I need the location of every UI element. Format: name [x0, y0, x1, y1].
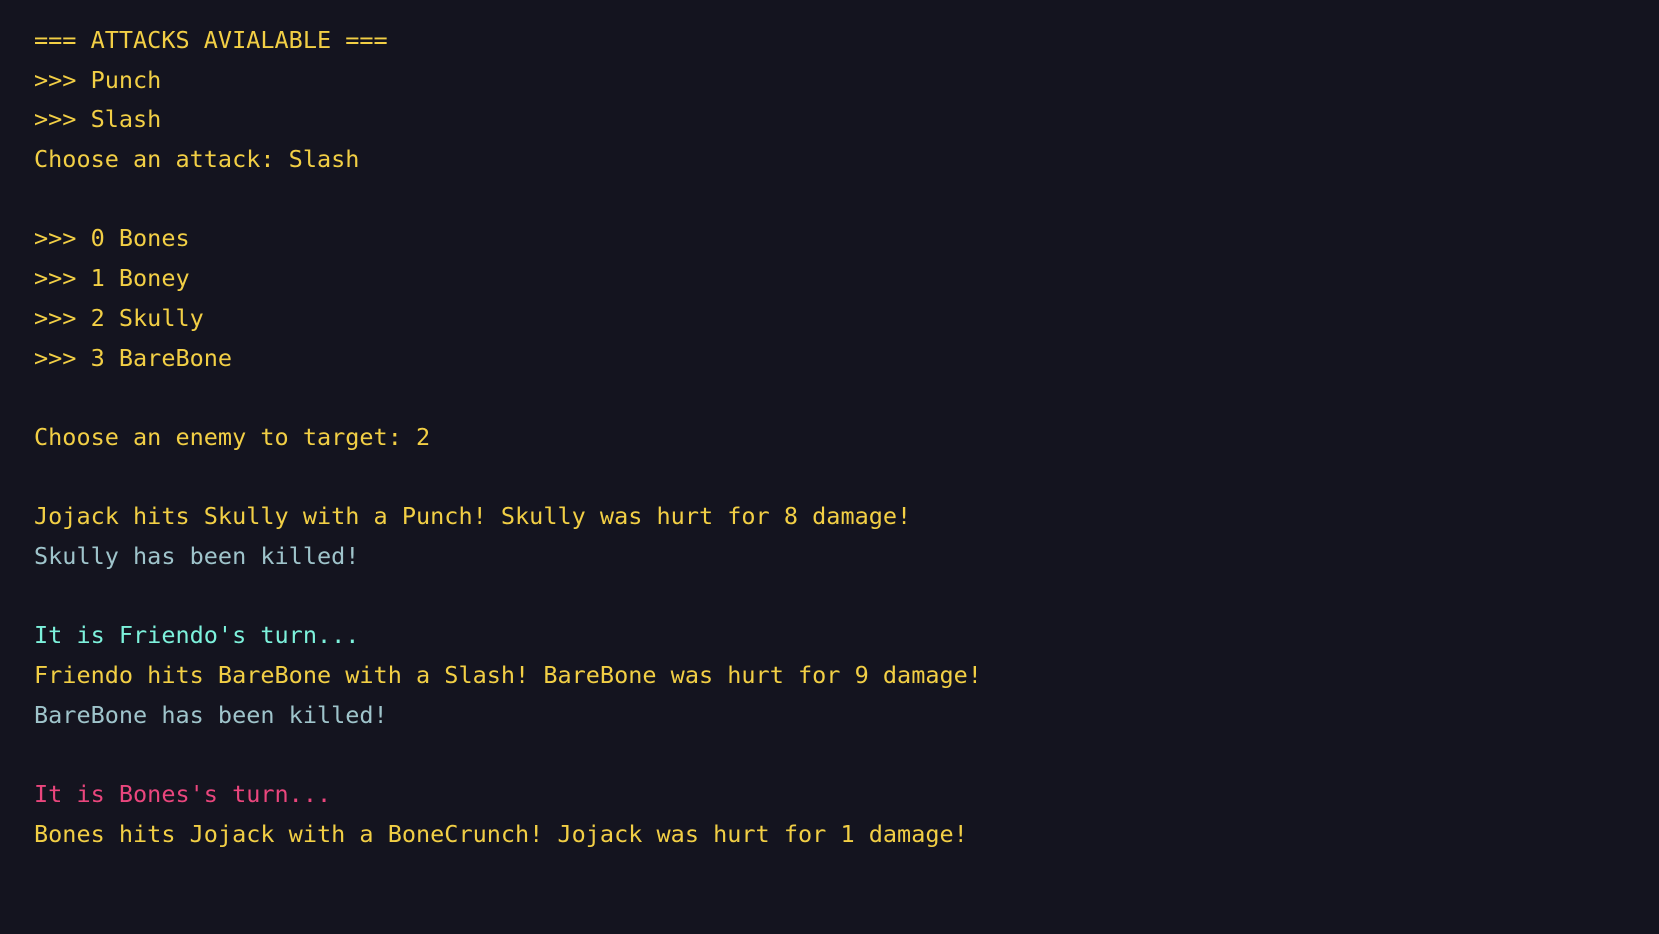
terminal-line: BareBone has been killed! — [34, 700, 388, 729]
terminal-line: >>> 1 Boney — [34, 264, 190, 293]
terminal-line: Skully has been killed! — [34, 541, 360, 570]
terminal-line: >>> 2 Skully — [34, 303, 204, 332]
terminal-line: Jojack hits Skully with a Punch! Skully … — [34, 502, 912, 531]
terminal-line: >>> 0 Bones — [34, 224, 190, 253]
terminal-line: Choose an attack: Slash — [34, 145, 360, 174]
terminal-output: === ATTACKS AVIALABLE === >>> Punch >>> Sl… — [0, 0, 1659, 854]
terminal-line: === ATTACKS AVIALABLE === — [34, 26, 388, 54]
terminal-line: Choose an enemy to target: 2 — [34, 422, 431, 451]
terminal-line: >>> Punch — [34, 65, 162, 94]
terminal-line: It is Bones's turn... — [34, 780, 332, 809]
terminal-line: Bones hits Jojack with a BoneCrunch! Joj… — [34, 819, 968, 848]
terminal-line: It is Friendo's turn... — [34, 621, 360, 650]
terminal-line: Friendo hits BareBone with a Slash! Bare… — [34, 661, 982, 689]
terminal-line: >>> Slash — [34, 105, 162, 134]
terminal-line: >>> 3 BareBone — [34, 343, 233, 372]
